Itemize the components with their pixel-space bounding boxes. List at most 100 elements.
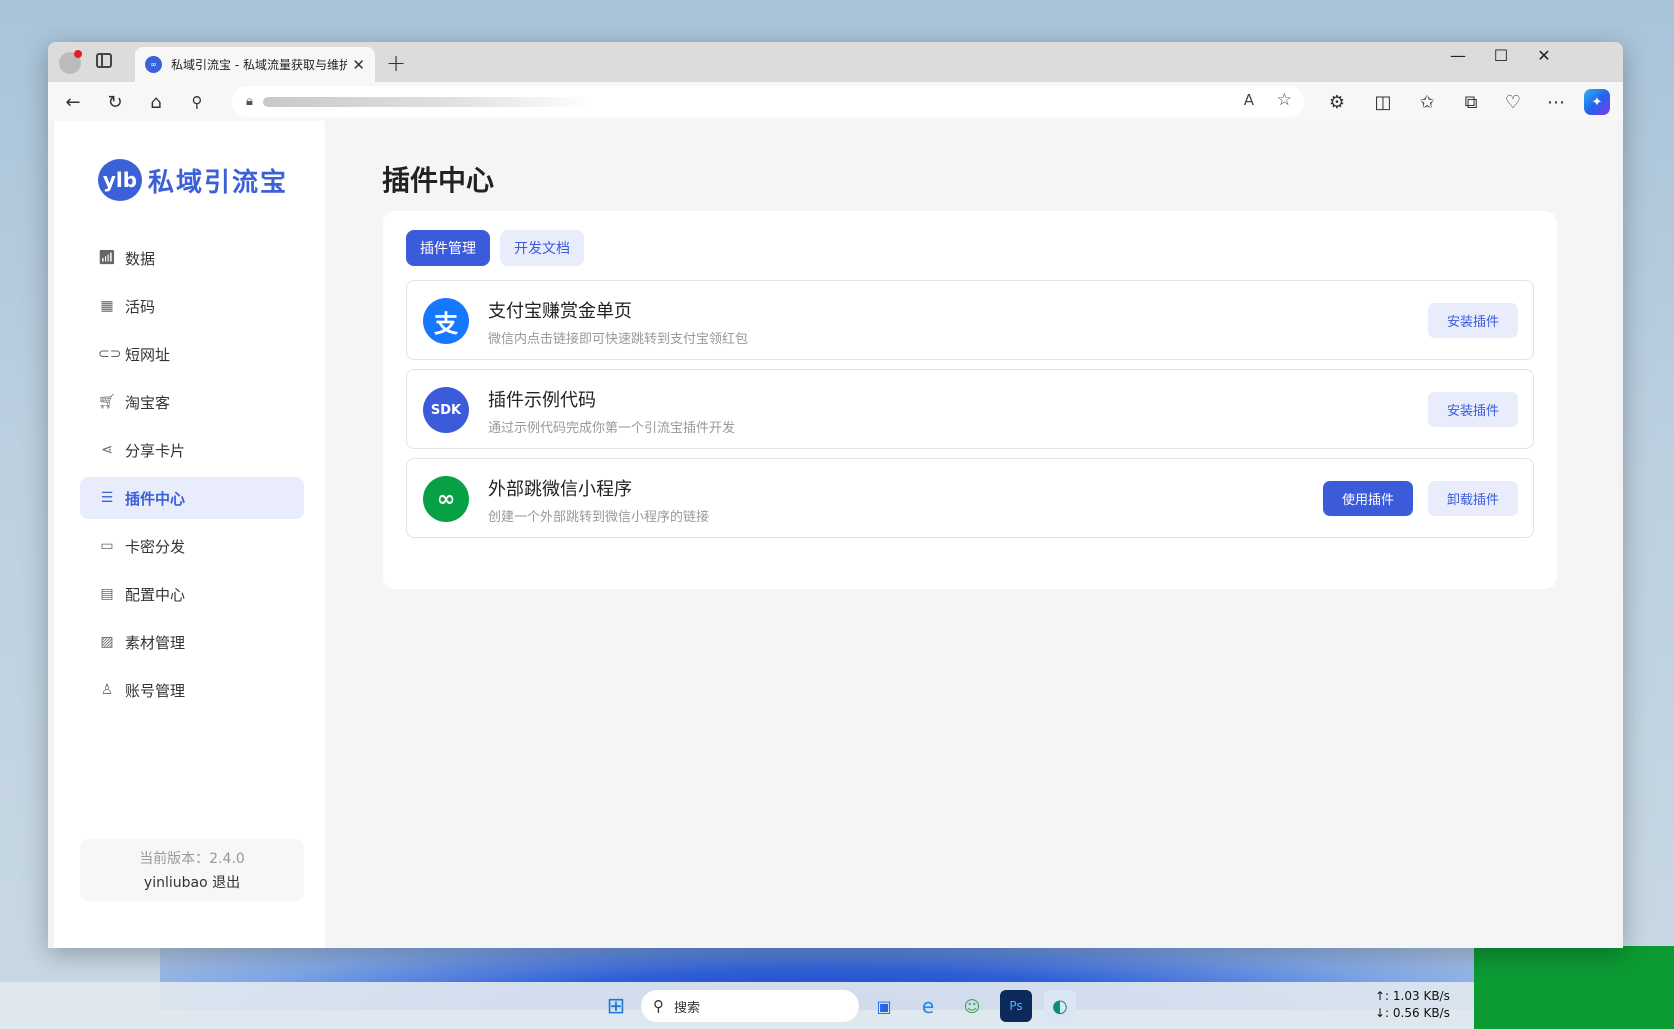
wechat-app-icon[interactable]: ☺ bbox=[956, 990, 988, 1022]
user-icon: ♙ bbox=[100, 682, 114, 698]
edge-icon[interactable]: ◐ bbox=[1044, 990, 1076, 1022]
network-speed: ↑: 1.03 KB/s ↓: 0.56 KB/s bbox=[1375, 988, 1450, 1022]
folder-icon: ▭ bbox=[100, 538, 114, 554]
bar-chart-icon: 📶︎ bbox=[98, 250, 116, 266]
copilot-icon[interactable]: ✦ bbox=[1584, 89, 1610, 115]
plugin-desc: 微信内点击链接即可快速跳转到支付宝领红包 bbox=[488, 332, 749, 347]
sidebar-item-label: 素材管理 bbox=[125, 633, 186, 652]
plugin-panel: 插件管理 开发文档 支 支付宝赚赏金单页 微信内点击链接即可快速跳转到支付宝领红… bbox=[383, 211, 1557, 589]
brand-name: 私域引流宝 bbox=[148, 167, 289, 198]
plugin-card-alipay: 支 支付宝赚赏金单页 微信内点击链接即可快速跳转到支付宝领红包 安装插件 bbox=[406, 280, 1534, 360]
browser-toolbar: ← ↻ ⌂ ⚲ 🔒︎ A ☆ ⚙ ◫ ✩ ⧉ ♡ ⋯ ✦ bbox=[48, 82, 1623, 121]
more-menu-icon[interactable]: ⋯ bbox=[1543, 89, 1569, 115]
sidebar-item-label: 淘宝客 bbox=[125, 393, 171, 412]
taskbar-search[interactable]: ⚲ 搜索 bbox=[641, 990, 859, 1022]
share-icon: ⋖ bbox=[101, 442, 113, 458]
plugin-desc: 通过示例代码完成你第一个引流宝插件开发 bbox=[488, 421, 736, 436]
user-line: yinliubao 退出 bbox=[80, 872, 304, 892]
back-icon[interactable]: ← bbox=[60, 89, 86, 115]
tab-strip: ∞ 私域引流宝 - 私域流量获取与维护 ✕ + — ☐ ✕ bbox=[48, 42, 1623, 82]
wechat-miniprogram-icon: ∞ bbox=[423, 476, 469, 522]
refresh-icon[interactable]: ↻ bbox=[102, 89, 128, 115]
sidebar-item-accounts[interactable]: ♙ 账号管理 bbox=[80, 669, 304, 711]
cart-icon: 🛒︎ bbox=[98, 394, 116, 410]
install-plugin-button[interactable]: 安装插件 bbox=[1428, 392, 1518, 427]
tab-favicon-icon: ∞ bbox=[145, 56, 162, 73]
net-download: ↓: 0.56 KB/s bbox=[1375, 1006, 1450, 1020]
taskbar: ⊞ ⚲ 搜索 ▣ e ☺ Ps ◐ ↑: 1.03 KB/s ↓: 0.56 K… bbox=[0, 982, 1474, 1029]
qr-grid-icon: ▦ bbox=[100, 298, 114, 314]
sidebar-item-label: 分享卡片 bbox=[125, 441, 186, 460]
brand-logo: ylb bbox=[98, 159, 142, 201]
plugin-card-wechat-miniapp: ∞ 外部跳微信小程序 创建一个外部跳转到微信小程序的链接 使用插件 卸载插件 bbox=[406, 458, 1534, 538]
ie-icon[interactable]: e bbox=[912, 990, 944, 1022]
tab-actions-icon[interactable] bbox=[96, 53, 112, 68]
sidebar-item-config[interactable]: ▤ 配置中心 bbox=[80, 573, 304, 615]
sidebar-item-label: 卡密分发 bbox=[125, 537, 186, 556]
photoshop-icon[interactable]: Ps bbox=[1000, 990, 1032, 1022]
username: yinliubao bbox=[143, 875, 208, 891]
taskbar-search-label: 搜索 bbox=[674, 1000, 701, 1016]
address-url-blurred bbox=[262, 96, 593, 107]
profile-avatar-icon[interactable] bbox=[59, 50, 82, 74]
tab-close-icon[interactable]: ✕ bbox=[347, 56, 365, 74]
sidebar-item-label: 配置中心 bbox=[125, 585, 186, 604]
version-text: 当前版本：2.4.0 bbox=[139, 851, 245, 867]
browser-tab[interactable]: ∞ 私域引流宝 - 私域流量获取与维护 ✕ bbox=[135, 47, 375, 82]
app-root: ylb 私域引流宝 📶︎ 数据 ▦ 活码 ⊂⊃ 短网址 🛒︎ 淘宝客 ⋖ 分享卡片 ☰ 插件… bbox=[54, 121, 1617, 948]
sidebar-item-data[interactable]: 📶︎ 数据 bbox=[80, 237, 304, 279]
search-icon[interactable]: ⚲ bbox=[184, 89, 210, 115]
windows-start-icon[interactable]: ⊞ bbox=[600, 990, 632, 1022]
version-box: 当前版本：2.4.0 yinliubao 退出 bbox=[80, 839, 304, 901]
use-plugin-button[interactable]: 使用插件 bbox=[1323, 481, 1413, 516]
plugin-desc: 创建一个外部跳转到微信小程序的链接 bbox=[488, 510, 710, 525]
layers-icon: ☰ bbox=[100, 490, 114, 506]
plugin-tabs: 插件管理 开发文档 bbox=[406, 230, 594, 266]
sidebar-item-label: 活码 bbox=[125, 297, 156, 316]
image-icon: ▨ bbox=[100, 634, 114, 650]
tab-dev-docs[interactable]: 开发文档 bbox=[500, 230, 584, 266]
sidebar-item-label: 账号管理 bbox=[125, 681, 186, 700]
sidebar-item-taobaoke[interactable]: 🛒︎ 淘宝客 bbox=[80, 381, 304, 423]
sidebar-item-shorturl[interactable]: ⊂⊃ 短网址 bbox=[80, 333, 304, 375]
sidebar-item-materials[interactable]: ▨ 素材管理 bbox=[80, 621, 304, 663]
sdk-icon: SDK bbox=[423, 387, 469, 433]
sidebar-nav: 📶︎ 数据 ▦ 活码 ⊂⊃ 短网址 🛒︎ 淘宝客 ⋖ 分享卡片 ☰ 插件中心 ▭ 卡密分发 ▤… bbox=[80, 237, 304, 717]
page-title: 插件中心 bbox=[382, 164, 495, 197]
collections-icon[interactable]: ⧉ bbox=[1458, 89, 1484, 115]
read-aloud-icon[interactable]: A bbox=[1244, 91, 1254, 109]
plugin-name: 外部跳微信小程序 bbox=[488, 479, 632, 500]
favorites-icon[interactable]: ✩ bbox=[1414, 89, 1440, 115]
extensions-icon[interactable]: ⚙ bbox=[1324, 89, 1350, 115]
install-plugin-button[interactable]: 安装插件 bbox=[1428, 303, 1518, 338]
desktop-green-window bbox=[1474, 946, 1674, 1029]
logout-link[interactable]: 退出 bbox=[212, 875, 240, 891]
sidebar-item-label: 插件中心 bbox=[125, 489, 186, 508]
lock-icon: 🔒︎ bbox=[246, 94, 253, 109]
net-upload: ↑: 1.03 KB/s bbox=[1375, 989, 1450, 1003]
maximize-button[interactable]: ☐ bbox=[1481, 46, 1521, 65]
close-window-button[interactable]: ✕ bbox=[1524, 46, 1564, 65]
address-bar[interactable]: 🔒︎ A ☆ bbox=[232, 86, 1304, 117]
search-icon: ⚲ bbox=[653, 997, 664, 1015]
tab-plugin-management[interactable]: 插件管理 bbox=[406, 230, 490, 266]
performance-icon[interactable]: ♡ bbox=[1500, 89, 1526, 115]
minimize-button[interactable]: — bbox=[1438, 46, 1478, 65]
store-icon[interactable]: ▣ bbox=[868, 990, 900, 1022]
sidebar-item-plugins[interactable]: ☰ 插件中心 bbox=[80, 477, 304, 519]
alipay-icon: 支 bbox=[423, 298, 469, 344]
main-content: 插件中心 插件管理 开发文档 支 支付宝赚赏金单页 微信内点击链接即可快速跳转到… bbox=[325, 121, 1617, 948]
split-screen-icon[interactable]: ◫ bbox=[1370, 89, 1396, 115]
home-icon[interactable]: ⌂ bbox=[143, 89, 169, 115]
uninstall-plugin-button[interactable]: 卸载插件 bbox=[1428, 481, 1518, 516]
link-icon: ⊂⊃ bbox=[98, 346, 122, 362]
sidebar-item-livecode[interactable]: ▦ 活码 bbox=[80, 285, 304, 327]
new-tab-button[interactable]: + bbox=[386, 49, 406, 77]
tab-title: 私域引流宝 - 私域流量获取与维护 bbox=[171, 58, 347, 72]
plugin-card-sdk: SDK 插件示例代码 通过示例代码完成你第一个引流宝插件开发 安装插件 bbox=[406, 369, 1534, 449]
sidebar-item-cardkey[interactable]: ▭ 卡密分发 bbox=[80, 525, 304, 567]
favorite-star-icon[interactable]: ☆ bbox=[1277, 90, 1292, 110]
config-icon: ▤ bbox=[100, 586, 114, 602]
sidebar-item-sharecard[interactable]: ⋖ 分享卡片 bbox=[80, 429, 304, 471]
sidebar-item-label: 数据 bbox=[125, 249, 156, 268]
